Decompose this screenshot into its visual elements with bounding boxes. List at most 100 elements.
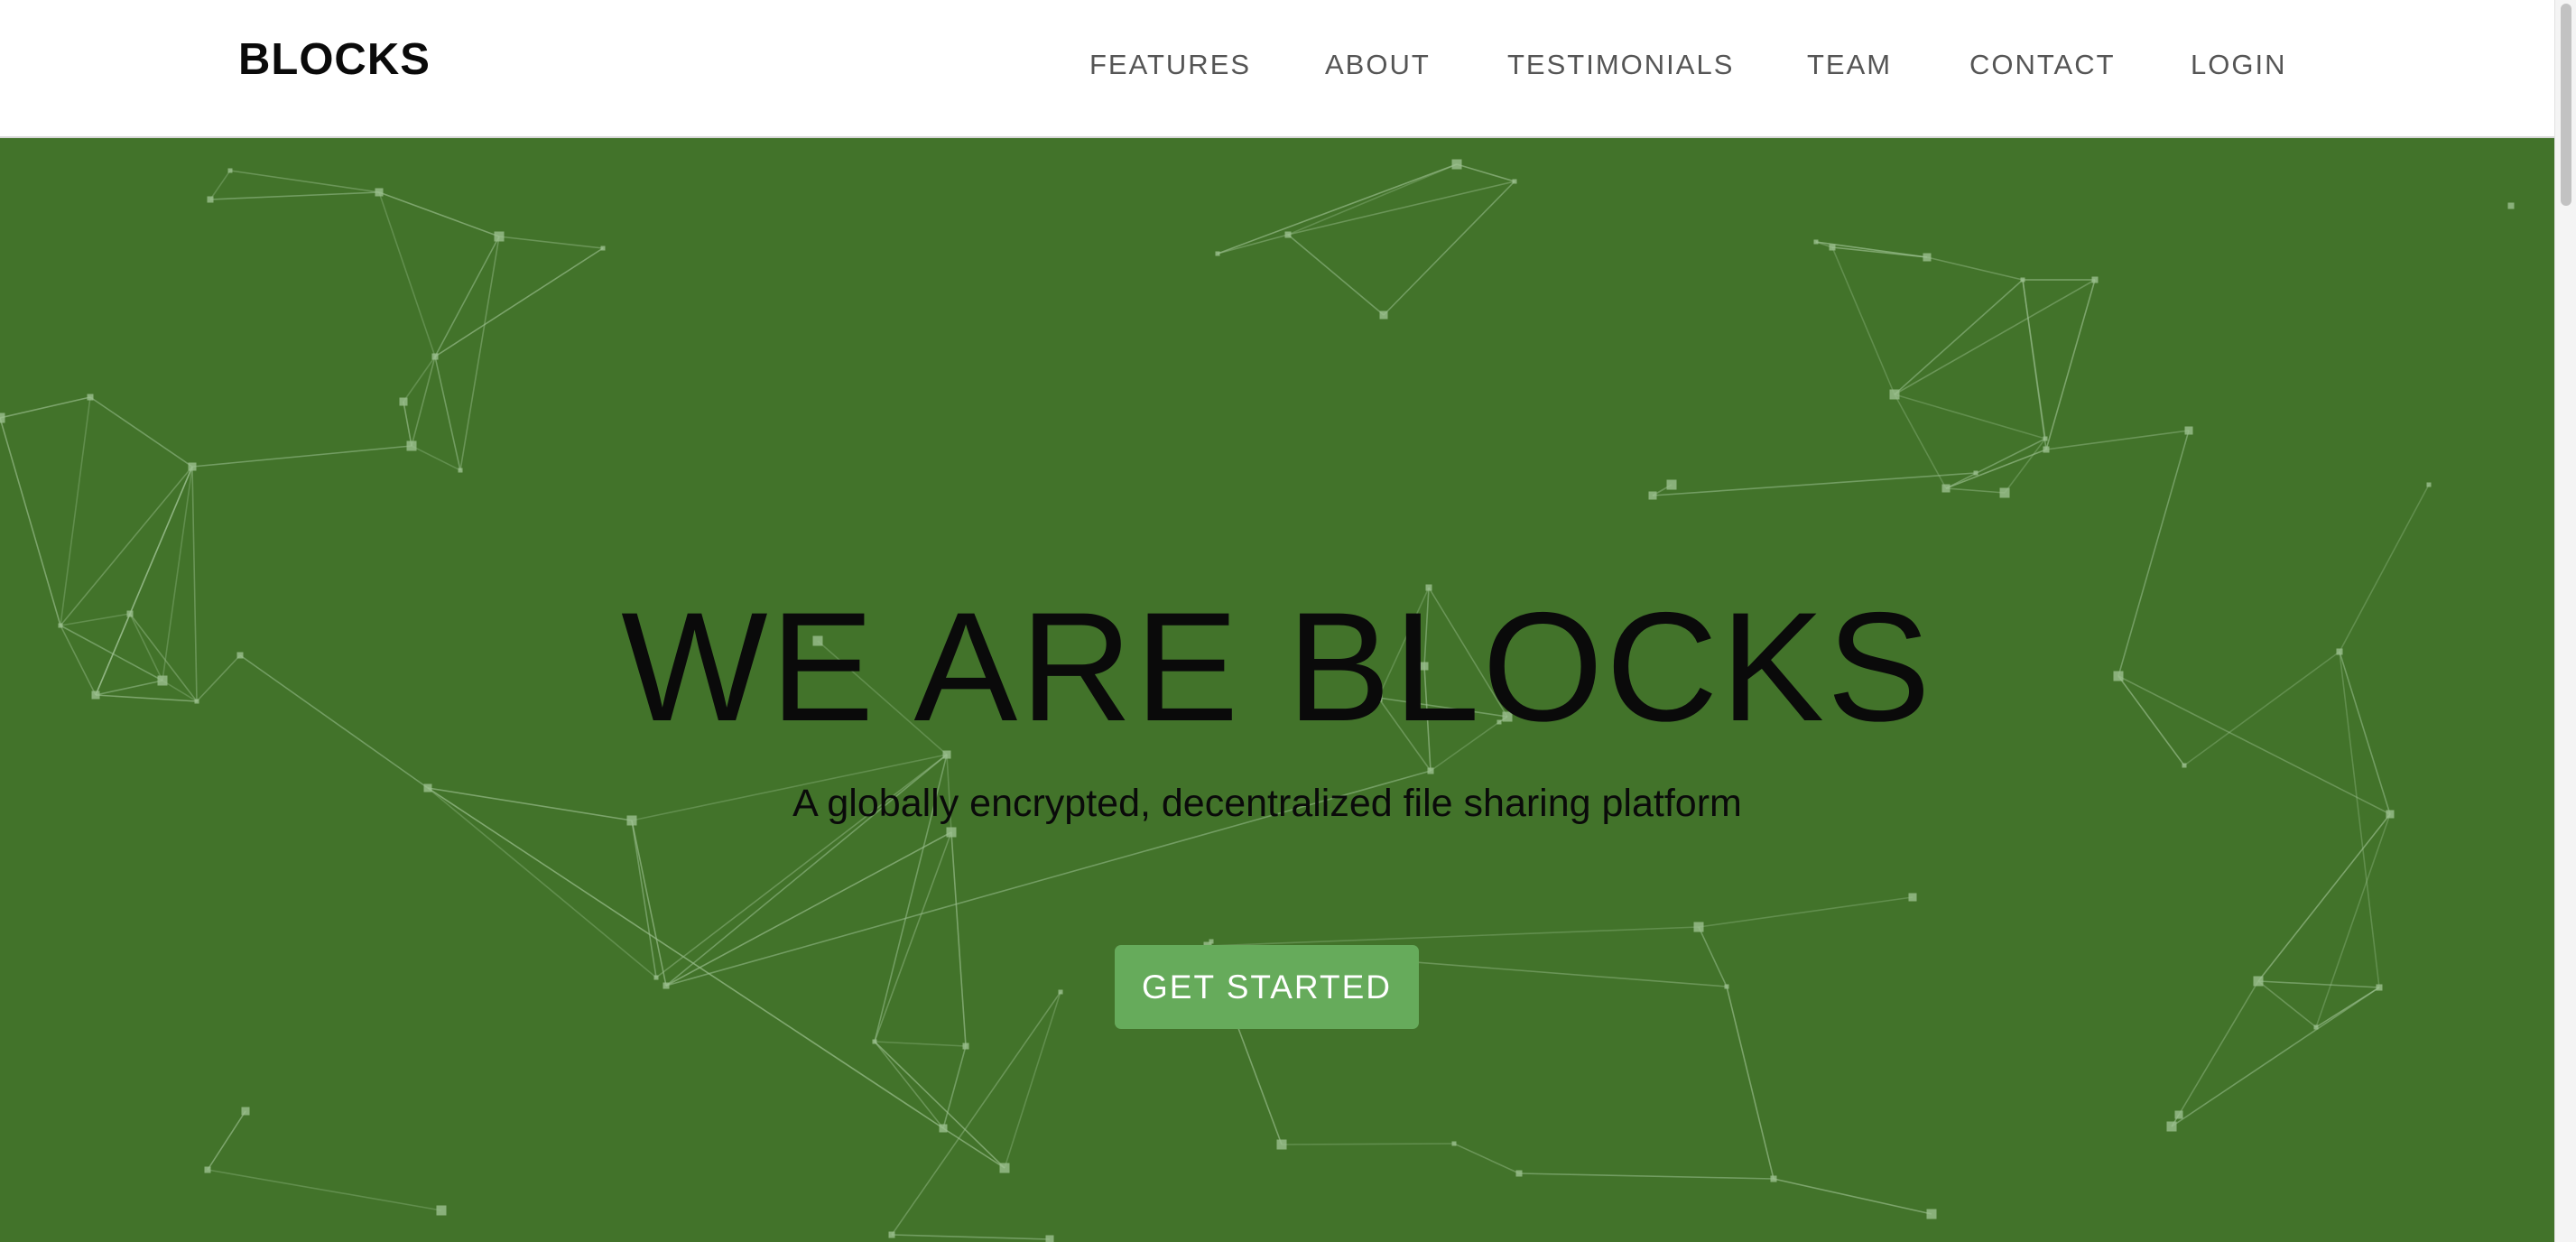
top-navbar: BLOCKS FEATURES ABOUT TESTIMONIALS TEAM … [0, 0, 2554, 138]
network-line [1945, 487, 2006, 494]
network-node [1648, 491, 1657, 500]
network-node [207, 196, 214, 203]
network-node [1284, 231, 1292, 238]
network-node [2426, 482, 2432, 487]
network-node [1209, 939, 1214, 944]
network-line [1945, 438, 2046, 489]
network-line [1773, 1178, 1932, 1215]
network-node [939, 1124, 948, 1133]
network-node [1770, 1175, 1777, 1182]
network-line [2257, 813, 2391, 982]
network-node [872, 1039, 877, 1044]
network-node [1512, 179, 1517, 184]
network-node [0, 412, 5, 423]
network-node [1941, 484, 1951, 493]
network-line [874, 1041, 944, 1129]
network-line [891, 1234, 1051, 1240]
nav-features[interactable]: FEATURES [1089, 49, 1251, 81]
network-line [891, 991, 1061, 1236]
network-node [399, 397, 408, 406]
network-line [1217, 234, 1289, 255]
network-line [1652, 472, 1977, 496]
network-node [1889, 389, 1900, 400]
network-line [2257, 980, 2380, 988]
network-line [0, 396, 91, 419]
network-line [942, 1045, 967, 1129]
network-node [1908, 893, 1917, 902]
network-node [888, 1231, 895, 1238]
network-line [1894, 394, 2046, 440]
network-line [874, 1041, 967, 1047]
network-node [1926, 1209, 1937, 1219]
network-node [241, 1107, 250, 1116]
network-node [1693, 922, 1704, 932]
network-line [434, 247, 604, 357]
network-node [600, 246, 606, 251]
network-node [1923, 253, 1932, 262]
network-node [2043, 436, 2048, 441]
network-line [378, 191, 500, 237]
network-line [1894, 279, 2024, 395]
network-node [2507, 202, 2515, 209]
nav-about[interactable]: ABOUT [1325, 49, 1431, 81]
network-node [1427, 767, 1434, 774]
network-node [1973, 470, 1978, 476]
network-line [191, 445, 412, 468]
nav-testimonials[interactable]: TESTIMONIALS [1507, 49, 1734, 81]
hero-title: WE ARE BLOCKS [621, 580, 1933, 754]
network-node [653, 975, 659, 980]
network-node [1515, 1170, 1523, 1177]
network-line [1926, 256, 2024, 281]
network-line [2045, 279, 2096, 450]
network-line [874, 831, 952, 1043]
network-node [188, 462, 197, 471]
network-line [411, 445, 461, 471]
network-node [2091, 276, 2099, 283]
network-node [946, 827, 957, 838]
network-node [2313, 1024, 2319, 1030]
hero-subtitle: A globally encrypted, decentralized file… [792, 782, 1742, 825]
network-line [1456, 163, 1515, 182]
network-node [1813, 239, 1819, 245]
network-node [1379, 310, 1388, 320]
network-line [207, 1169, 442, 1211]
network-node [1999, 487, 2010, 498]
network-node [1451, 159, 1462, 170]
network-node [1045, 1235, 1054, 1242]
network-line [229, 170, 380, 193]
network-node [663, 982, 670, 989]
network-line [1287, 181, 1515, 236]
page-scrollbar[interactable] [2554, 0, 2576, 1242]
network-line [403, 401, 412, 447]
network-line [874, 1041, 1005, 1169]
network-node [1451, 1141, 1457, 1146]
network-line [2004, 438, 2046, 494]
network-node [1829, 244, 1836, 251]
network-line [89, 396, 193, 468]
network-line [427, 787, 944, 1129]
network-line [2257, 980, 2317, 1028]
get-started-button[interactable]: GET STARTED [1115, 945, 1419, 1029]
nav-links: FEATURES ABOUT TESTIMONIALS TEAM CONTACT… [0, 0, 2554, 136]
nav-login[interactable]: LOGIN [2191, 49, 2286, 81]
network-node [2174, 1110, 2183, 1119]
network-node [2182, 763, 2187, 768]
network-line [1894, 394, 1947, 489]
network-line [1894, 279, 2096, 395]
network-node [204, 1166, 211, 1173]
network-node [436, 1205, 447, 1216]
nav-contact[interactable]: CONTACT [1969, 49, 2116, 81]
network-node [1666, 479, 1677, 490]
nav-team[interactable]: TEAM [1807, 49, 1892, 81]
network-line [1287, 234, 1385, 316]
network-line [1945, 449, 2047, 489]
network-line [1698, 896, 1913, 928]
network-line [209, 191, 380, 200]
network-line [1287, 163, 1458, 236]
network-line [1726, 986, 1774, 1180]
network-node [1215, 251, 1220, 256]
network-node [2376, 984, 2383, 991]
scrollbar-thumb[interactable] [2561, 4, 2571, 206]
network-line [631, 820, 657, 978]
network-node [1276, 1139, 1287, 1150]
